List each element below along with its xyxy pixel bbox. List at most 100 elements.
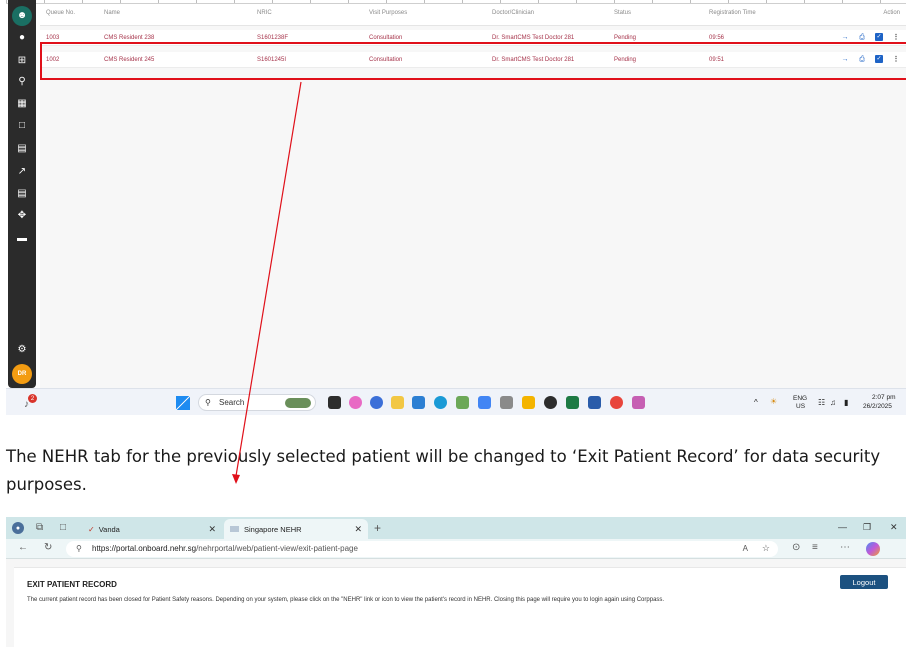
queue-number: 1003 <box>46 35 60 41</box>
table-header: Queue No. Name NRIC Visit Purposes Docto… <box>40 4 906 26</box>
header-nric: NRIC <box>257 10 272 16</box>
new-tab-icon[interactable]: + <box>374 522 381 534</box>
magnifier-icon: ⚲ <box>205 398 211 407</box>
close-icon[interactable]: ✕ <box>208 524 216 535</box>
read-aloud-icon[interactable]: A <box>743 544 748 553</box>
refresh-icon[interactable]: ↻ <box>44 543 52 553</box>
more-icon[interactable]: ⋮ <box>892 33 900 41</box>
header-doctor: Doctor/Clinician <box>492 10 535 16</box>
skype-icon[interactable] <box>370 396 383 409</box>
app-icon[interactable] <box>500 396 513 409</box>
start-icon[interactable] <box>176 396 190 410</box>
trend-icon[interactable]: ↗ <box>14 164 30 180</box>
document-icon[interactable]: ▤ <box>14 186 30 202</box>
caption-text: The NEHR tab for the previously selected… <box>6 447 881 494</box>
weather-icon[interactable]: ☀ <box>770 397 777 406</box>
sidebar: ☻ ● ⊞ ⚲ ▦ □ ▤ ↗ ▤ ✥ ▬ ⚙ DR <box>8 0 36 388</box>
logout-button[interactable]: Logout <box>840 575 888 589</box>
clock-time[interactable]: 2:07 pm <box>872 394 896 401</box>
tab-strip: ● ⧉ □ ✓ Vanda ✕ Singapore NEHR ✕ + — ❐ ✕ <box>6 517 906 539</box>
login-icon[interactable]: → <box>841 33 849 41</box>
snipping-tool-icon[interactable] <box>632 396 645 409</box>
tab-actions-icon[interactable]: □ <box>60 523 66 533</box>
truck-icon[interactable]: ▬ <box>14 231 30 247</box>
add-box-icon[interactable]: ⊞ <box>14 53 30 69</box>
close-icon[interactable]: ✕ <box>354 524 362 535</box>
taskbar-search-input[interactable]: ⚲ Search <box>198 394 316 411</box>
header-status: Status <box>614 10 632 16</box>
address-bar: ← ↻ ⚲ https://portal.onboard.nehr.sg/neh… <box>6 539 906 559</box>
clock-date: 26/2/2025 <box>863 403 892 410</box>
lock-icon[interactable]: ⚲ <box>76 544 82 553</box>
window-close-icon[interactable]: ✕ <box>890 523 898 532</box>
collections-icon[interactable]: ⧉ <box>36 523 43 533</box>
minimize-icon[interactable]: — <box>838 523 847 532</box>
language-label[interactable]: ENG <box>793 395 807 402</box>
chrome-icon[interactable] <box>610 396 623 409</box>
restore-icon[interactable]: ❐ <box>863 523 871 532</box>
wifi-icon[interactable]: ☷ <box>818 398 825 407</box>
grid-icon[interactable]: ▦ <box>14 96 30 112</box>
patients-icon[interactable]: ☻ <box>12 6 32 26</box>
google-drive-icon[interactable] <box>478 396 491 409</box>
store-icon[interactable]: ▤ <box>14 141 30 157</box>
favorites-icon[interactable]: ≡ <box>812 543 818 553</box>
patient-nric: S1601238F <box>257 35 289 41</box>
outlook-icon[interactable] <box>412 396 425 409</box>
notification-icon[interactable]: ♪ 2 <box>22 394 38 410</box>
excel-icon[interactable] <box>566 396 579 409</box>
doctor-name: Dr. SmartCMS Test Doctor 281 <box>492 35 575 41</box>
tutorial-page: ☻ ● ⊞ ⚲ ▦ □ ▤ ↗ ▤ ✥ ▬ ⚙ DR Queue No. Nam… <box>0 0 906 647</box>
back-icon[interactable]: ← <box>18 543 28 553</box>
search-highlight-image <box>285 398 311 408</box>
page-title: EXIT PATIENT RECORD <box>27 580 117 589</box>
app-icon[interactable] <box>456 396 469 409</box>
favorite-star-icon[interactable]: ☆ <box>762 543 770 554</box>
profile-icon[interactable]: ● <box>12 522 24 534</box>
sticky-notes-icon[interactable] <box>522 396 535 409</box>
extension-icon[interactable]: ⊙ <box>792 543 800 553</box>
header-name: Name <box>104 10 121 16</box>
battery-icon[interactable]: ▮ <box>844 398 848 407</box>
search-label: Search <box>219 398 245 407</box>
page-content <box>14 567 906 647</box>
browser-screenshot: ● ⧉ □ ✓ Vanda ✕ Singapore NEHR ✕ + — ❐ ✕… <box>6 517 906 647</box>
row-actions: → ⎙ ✓ ⋮ <box>841 33 900 41</box>
nehr-favicon <box>230 526 239 532</box>
url-host: https://portal.onboard.nehr.sg <box>92 544 197 553</box>
word-icon[interactable] <box>588 396 601 409</box>
status-text: Pending <box>614 35 637 41</box>
url-input[interactable]: ⚲ https://portal.onboard.nehr.sg/nehrpor… <box>66 541 778 557</box>
copilot-icon[interactable] <box>866 542 880 556</box>
tab-singapore-nehr[interactable]: Singapore NEHR ✕ <box>224 519 368 539</box>
person-icon[interactable]: ● <box>14 30 30 46</box>
tab-vanda[interactable]: ✓ Vanda ✕ <box>84 519 220 539</box>
volume-icon[interactable]: ♫ <box>830 398 836 407</box>
selected-row-highlight <box>40 42 906 80</box>
chevron-up-icon[interactable]: ^ <box>754 398 758 407</box>
header-visit-purposes: Visit Purposes <box>369 10 408 16</box>
edge-icon[interactable] <box>434 396 447 409</box>
search-icon[interactable]: ⚲ <box>14 74 30 90</box>
notification-badge: 2 <box>28 394 37 403</box>
settings-icon[interactable]: ⚙ <box>14 342 30 358</box>
calendar-icon[interactable]: □ <box>14 118 30 134</box>
header-registration-time: Registration Time <box>709 10 756 16</box>
tab-label: Singapore NEHR <box>244 524 302 534</box>
avatar[interactable]: DR <box>12 364 32 384</box>
file-explorer-icon[interactable] <box>391 396 404 409</box>
more-options-icon[interactable]: ⋯ <box>840 543 850 553</box>
checkbox-icon[interactable]: ✓ <box>875 33 883 41</box>
copilot-icon[interactable] <box>349 396 362 409</box>
url-path: /nehrportal/web/patient-view/exit-patien… <box>196 544 358 553</box>
url-text: https://portal.onboard.nehr.sg/nehrporta… <box>92 544 358 553</box>
media-player-icon[interactable] <box>544 396 557 409</box>
print-icon[interactable]: ⎙ <box>858 33 866 41</box>
cms-screenshot: ☻ ● ⊞ ⚲ ▦ □ ▤ ↗ ▤ ✥ ▬ ⚙ DR Queue No. Nam… <box>6 0 906 415</box>
move-icon[interactable]: ✥ <box>14 208 30 224</box>
header-action: Action <box>883 10 900 16</box>
exit-message: The current patient record has been clos… <box>27 597 665 603</box>
header-queue: Queue No. <box>46 10 76 16</box>
taskbar: ♪ 2 ⚲ Search ^ ☀ ENG US ☷ ♫ ▮ 2:07 pm 26… <box>6 388 906 415</box>
task-view-icon[interactable] <box>328 396 341 409</box>
